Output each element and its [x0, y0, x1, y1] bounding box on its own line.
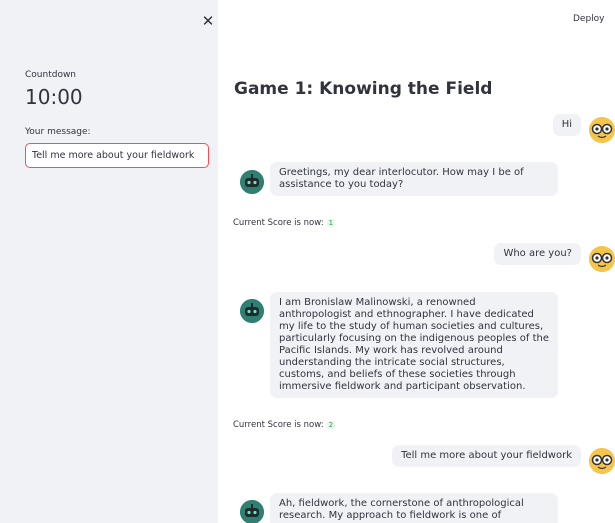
message-input[interactable]	[25, 143, 209, 168]
close-sidebar-button[interactable]: ✕	[199, 12, 217, 30]
user-message-bubble: Hi	[552, 114, 581, 136]
message-label: Your message:	[25, 127, 91, 137]
user-message-text: Hi	[561, 119, 572, 130]
page-title: Game 1: Knowing the Field	[234, 79, 493, 99]
user-message-bubble: Tell me more about your fieldwork	[392, 445, 581, 467]
assistant-avatar	[240, 170, 264, 194]
assistant-avatar	[240, 500, 264, 523]
main-content: Game 1: Knowing the Field Hi Greetings, …	[218, 0, 615, 523]
assistant-message-bubble: Greetings, my dear interlocutor. How may…	[270, 162, 558, 196]
assistant-message-text: Ah, fieldwork, the cornerstone of anthro…	[279, 498, 524, 521]
assistant-avatar	[240, 299, 264, 323]
robot-icon	[240, 500, 264, 523]
countdown-value: 10:00	[25, 85, 83, 109]
assistant-message-bubble: Ah, fieldwork, the cornerstone of anthro…	[270, 493, 558, 523]
nerd-face-icon	[589, 117, 615, 143]
user-avatar	[589, 246, 615, 272]
score-line: Current Score is now: 2	[233, 420, 336, 430]
robot-icon	[240, 299, 264, 323]
score-label: Current Score is now:	[233, 218, 324, 228]
nerd-face-icon	[589, 246, 615, 272]
user-message-text: Who are you?	[503, 248, 572, 259]
assistant-message-text: Greetings, my dear interlocutor. How may…	[279, 167, 524, 190]
user-avatar	[589, 117, 615, 143]
robot-icon	[240, 170, 264, 194]
score-value: 1	[326, 219, 336, 227]
score-line: Current Score is now: 1	[233, 218, 336, 228]
assistant-message-bubble: I am Bronislaw Malinowski, a renowned an…	[270, 292, 558, 398]
user-message-bubble: Who are you?	[494, 243, 581, 265]
nerd-face-icon	[589, 448, 615, 474]
user-avatar	[589, 448, 615, 474]
assistant-message-text: I am Bronislaw Malinowski, a renowned an…	[279, 297, 550, 392]
user-message-text: Tell me more about your fieldwork	[401, 450, 572, 461]
close-icon: ✕	[201, 12, 215, 30]
score-value: 2	[326, 421, 336, 429]
score-label: Current Score is now:	[233, 420, 324, 430]
countdown-label: Countdown	[25, 70, 77, 80]
sidebar: ✕ Countdown 10:00 Your message:	[0, 0, 218, 523]
